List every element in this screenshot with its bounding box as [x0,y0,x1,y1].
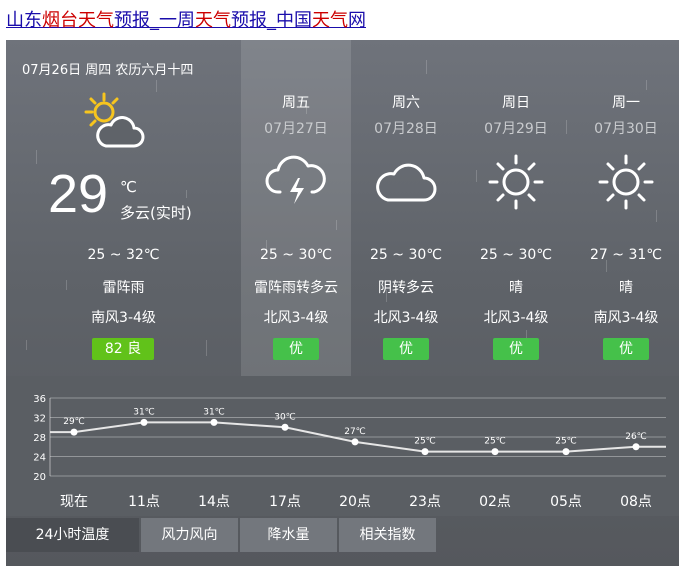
forecast-date: 07月30日 [594,121,658,137]
forecast-temp-range: 25 ~ 30℃ [480,247,552,263]
today-temp-range: 25 ~ 32℃ [87,247,160,263]
data-label: 31℃ [133,407,155,417]
forecast-weekday: 周六 [392,95,420,111]
forecast-wind: 北风3-4级 [263,310,329,326]
today-date: 07月26日 周四 农历六月十四 [22,63,194,78]
temperature-line-chart: 36 32 28 24 20 29℃ 现在 31℃ 11点 31℃ 14点 30℃ 17点 27℃ 20点 2… [33,394,666,510]
tab-wind[interactable]: 风力风向 [141,518,238,552]
title-segment: 山东 [6,10,42,31]
y-tick-label: 32 [33,414,46,425]
quality-badge: 优 [383,338,429,360]
forecast-wind: 北风3-4级 [483,310,549,326]
tab-precipitation[interactable]: 降水量 [240,518,337,552]
data-label: 31℃ [203,407,225,417]
title-segment: 天气 [195,10,231,31]
forecast-temp-range: 25 ~ 30℃ [260,247,332,263]
forecast-day-sat[interactable]: 周六 07月28日 25 ~ 30℃ 阴转多云 北风3-4级 优 [351,40,461,376]
current-temperature: 29 [48,164,109,224]
title-segment: 天气 [312,10,348,31]
y-tick-label: 20 [33,472,46,483]
x-tick-label: 08点 [620,494,652,510]
current-condition: 多云(实时) [120,204,192,222]
data-point [281,423,289,431]
data-label: 25℃ [555,437,577,447]
quality-badge: 优 [603,338,649,360]
forecast-condition: 阴转多云 [378,280,434,296]
forecast-condition: 雷阵雨转多云 [254,280,338,296]
quality-badge: 优 [493,338,539,360]
data-point [562,448,570,456]
sun-icon [484,152,548,216]
forecast-temp-range: 27 ~ 31℃ [590,247,662,263]
data-point [491,448,499,456]
y-tick-label: 24 [33,453,46,464]
sun-icon [594,152,658,216]
forecast-date: 07月28日 [374,121,438,137]
data-point [70,428,78,436]
today-wind: 南风3-4级 [91,310,156,326]
temperature-unit: ℃ [120,178,137,196]
forecast-condition: 晴 [509,280,523,296]
data-label: 25℃ [484,437,506,447]
title-segment: 烟台天气 [42,10,114,31]
data-label: 26℃ [625,432,647,442]
x-tick-label: 02点 [479,494,511,510]
forecast-date: 07月27日 [264,121,328,137]
tab-24h-temperature[interactable]: 24小时温度 [6,518,139,552]
thunderstorm-icon [264,152,328,216]
title-segment: 网 [348,10,366,31]
x-tick-label: 20点 [339,494,371,510]
forecast-weekday: 周五 [282,95,310,111]
page-title-link[interactable]: 山东烟台天气预报_一周天气预报_中国天气网 [6,6,366,32]
chart-tabs: 24小时温度 风力风向 降水量 相关指数 [6,518,679,552]
y-tick-label: 36 [33,394,46,405]
y-tick-label: 28 [33,433,46,444]
data-point [632,443,640,451]
title-segment: 预报_一周 [114,10,195,31]
data-label: 29℃ [63,417,85,427]
data-label: 27℃ [344,427,366,437]
x-tick-label: 现在 [60,494,88,510]
x-tick-label: 05点 [550,494,582,510]
forecast-condition: 晴 [619,280,633,296]
data-point [351,438,359,446]
x-tick-label: 23点 [409,494,441,510]
forecast-day-mon[interactable]: 周一 07月30日 27 ~ 31℃ 晴 南风3-4级 优 [571,40,679,376]
title-segment: 预报_中国 [231,10,312,31]
x-tick-label: 11点 [128,494,160,510]
data-point [421,448,429,456]
hourly-temperature-chart: 36 32 28 24 20 29℃ 现在 31℃ 11点 31℃ 14点 30℃ 17点 27℃ 20点 2… [6,376,679,516]
forecast-date: 07月29日 [484,121,548,137]
quality-badge: 优 [273,338,319,360]
forecast-day-fri[interactable]: 周五 07月27日 25 ~ 30℃ 雷阵雨转多云 北风3-4级 优 [241,40,351,376]
data-point [210,418,218,426]
today-section: 07月26日 周四 农历六月十四 29 ℃ 多云(实时) 25 ~ 32℃ 雷阵… [6,40,241,376]
forecast-day-sun[interactable]: 周日 07月29日 25 ~ 30℃ 晴 北风3-4级 优 [461,40,571,376]
forecast-wind: 南风3-4级 [593,310,659,326]
aqi-badge[interactable]: 82 良 [92,338,154,360]
forecast-wind: 北风3-4级 [373,310,439,326]
data-point [140,418,148,426]
today-condition: 雷阵雨 [102,280,145,296]
cloud-icon [374,152,438,216]
data-label: 30℃ [274,412,296,422]
forecast-weekday: 周日 [502,95,530,111]
forecast-temp-range: 25 ~ 30℃ [370,247,442,263]
x-tick-label: 17点 [269,494,301,510]
x-tick-label: 14点 [198,494,230,510]
weather-panel: 07月26日 周四 农历六月十四 29 ℃ 多云(实时) 25 ~ 32℃ 雷阵… [6,40,679,566]
partly-cloudy-sun-icon [80,92,148,156]
data-label: 25℃ [414,437,436,447]
tab-indices[interactable]: 相关指数 [339,518,436,552]
forecast-weekday: 周一 [612,95,640,111]
